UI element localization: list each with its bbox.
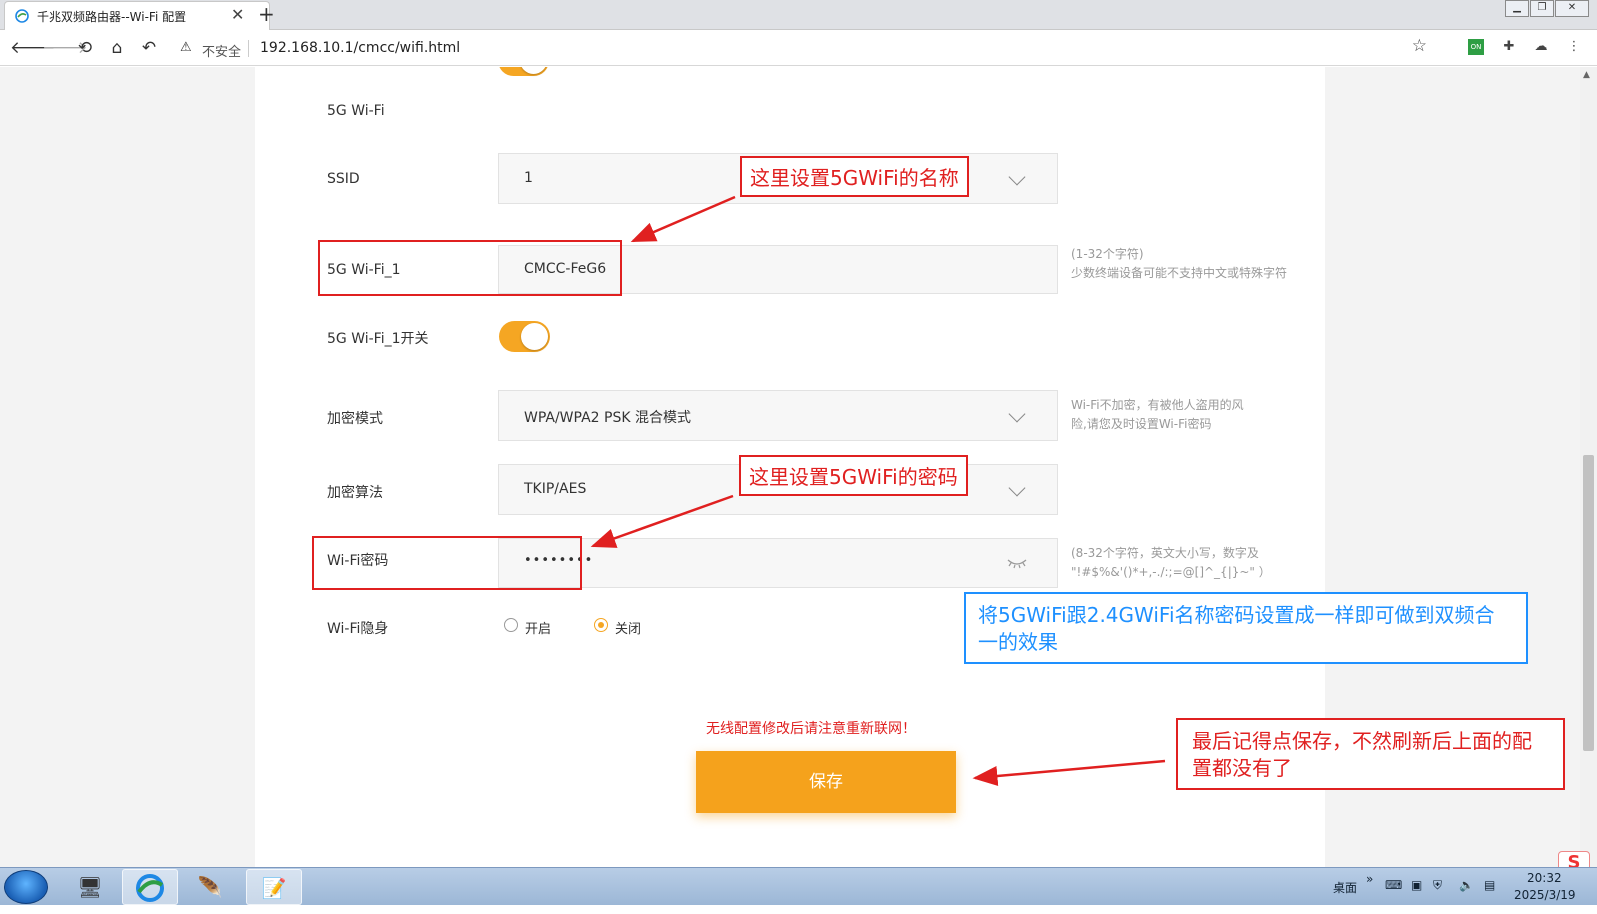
ssid-label: SSID (327, 171, 360, 187)
save-button[interactable]: 保存 (696, 751, 956, 813)
download-cloud-icon[interactable]: ☁ (1532, 38, 1550, 56)
close-tab-icon[interactable]: ✕ (231, 5, 244, 24)
algorithm-value: TKIP/AES (524, 481, 587, 497)
volume-icon[interactable]: 🔈 (1459, 878, 1474, 892)
hidden-on-radio[interactable] (504, 618, 518, 632)
menu-icon[interactable]: ⋮ (1565, 38, 1583, 56)
reload-icon[interactable]: ⟲ (74, 37, 96, 59)
tip-callout: 将5GWiFi跟2.4GWiFi名称密码设置成一样即可做到双频合 一的效果 (964, 592, 1528, 664)
password-hint: (8-32个字符，英文大小写，数字及 "!#$%&'()*+,-./:;=@[]… (1071, 546, 1271, 579)
taskbar: 🖥 🪶 📝 桌面 » ⌨ ▣ ⛨ 🔈 ▤ 20:32 2025/3/19 (0, 867, 1597, 905)
security-shield-icon[interactable]: ⛨ (1433, 878, 1442, 893)
address-bar[interactable]: ⚠ 不安全 192.168.10.1/cmcc/wifi.html ☆ (168, 33, 1433, 63)
clock-time: 20:32 (1527, 871, 1562, 885)
divider (248, 40, 249, 57)
keyboard-icon[interactable]: ⌨ (1385, 878, 1402, 892)
home-icon[interactable]: ⌂ (106, 37, 128, 59)
desktop-label[interactable]: 桌面 (1333, 879, 1357, 896)
toolbar: 🡐 🡒 ⟲ ⌂ ↶ ⚠ 不安全 192.168.10.1/cmcc/wifi.h… (0, 30, 1597, 66)
switch-label: 5G Wi-Fi_1开关 (327, 331, 429, 347)
tray-expand-icon[interactable]: » (1366, 872, 1373, 886)
cmcc-logo-icon (15, 9, 29, 23)
forward-icon[interactable]: 🡒 (42, 37, 88, 59)
extension-on-icon[interactable]: ON (1468, 39, 1484, 55)
hidden-on-label[interactable]: 开启 (525, 618, 551, 637)
minimize-button[interactable]: ▁ (1505, 0, 1529, 17)
hidden-off-radio[interactable] (594, 618, 608, 632)
reconnect-notice: 无线配置修改后请注意重新联网！ (706, 721, 916, 737)
tab-title: 千兆双频路由器--Wi-Fi 配置 (37, 10, 187, 24)
extensions-puzzle-icon[interactable]: ✚ (1500, 38, 1518, 56)
close-window-button[interactable]: ✕ (1555, 0, 1589, 17)
restore-button[interactable]: ❐ (1530, 0, 1554, 17)
url-text[interactable]: 192.168.10.1/cmcc/wifi.html (260, 40, 460, 56)
hidden-label: Wi-Fi隐身 (327, 621, 389, 637)
page-scrollbar[interactable]: ▲ (1580, 67, 1597, 867)
highlight-wifi-name (318, 240, 622, 296)
new-tab-button[interactable]: + (258, 2, 275, 26)
highlight-password (312, 536, 582, 590)
start-button[interactable] (4, 870, 48, 904)
save-callout: 最后记得点保存，不然刷新后上面的配 置都没有了 (1176, 718, 1565, 790)
clock-date: 2025/3/19 (1514, 888, 1576, 902)
monitor-icon[interactable]: ▣ (1411, 878, 1422, 892)
bookmark-star-icon[interactable]: ☆ (1412, 36, 1427, 56)
password-callout: 这里设置5GWiFi的密码 (739, 455, 968, 496)
wifi-name-hint: (1-32个字符) 少数终端设备可能不支持中文或特殊字符 (1071, 247, 1288, 280)
encrypt-mode-value: WPA/WPA2 PSK 混合模式 (524, 410, 691, 426)
browser-tab[interactable]: 千兆双频路由器--Wi-Fi 配置 ✕ (4, 1, 270, 30)
browser-tab-strip: 千兆双频路由器--Wi-Fi 配置 ✕ + ▁ ❐ ✕ (0, 0, 1597, 30)
name-callout: 这里设置5GWiFi的名称 (740, 156, 969, 197)
undo-icon[interactable]: ↶ (138, 37, 160, 59)
wifi-2g-toggle-partial[interactable] (498, 67, 549, 76)
encrypt-mode-label: 加密模式 (327, 411, 383, 427)
scroll-thumb[interactable] (1583, 455, 1594, 751)
encrypt-mode-select[interactable]: WPA/WPA2 PSK 混合模式 (498, 390, 1058, 441)
taskbar-browser-icon[interactable] (122, 869, 178, 905)
scroll-up-icon[interactable]: ▲ (1583, 70, 1590, 80)
hidden-off-label[interactable]: 关闭 (615, 618, 641, 637)
taskbar-notepad-icon[interactable]: 📝 (246, 869, 302, 905)
warning-icon: ⚠ (180, 40, 192, 55)
wifi-5g-switch[interactable] (499, 321, 550, 352)
taskbar-feather-icon[interactable]: 🪶 (182, 869, 238, 905)
chevron-down-icon (1008, 405, 1026, 423)
network-icon[interactable]: ▤ (1484, 878, 1495, 892)
security-label: 不安全 (202, 45, 242, 60)
taskbar-computer-icon[interactable]: 🖥 (62, 869, 118, 905)
eye-hidden-icon[interactable] (1007, 557, 1027, 569)
back-icon[interactable]: 🡐 (10, 37, 56, 59)
encrypt-hint: Wi-Fi不加密，有被他人盗用的风 险,请您及时设置Wi-Fi密码 (1071, 398, 1244, 431)
chevron-down-icon (1008, 479, 1026, 497)
algorithm-label: 加密算法 (327, 485, 383, 501)
password-input[interactable]: •••••••• (498, 538, 1058, 588)
section-5g-label: 5G Wi-Fi (327, 103, 385, 119)
ssid-value: 1 (524, 170, 533, 186)
chevron-down-icon (1008, 168, 1026, 186)
